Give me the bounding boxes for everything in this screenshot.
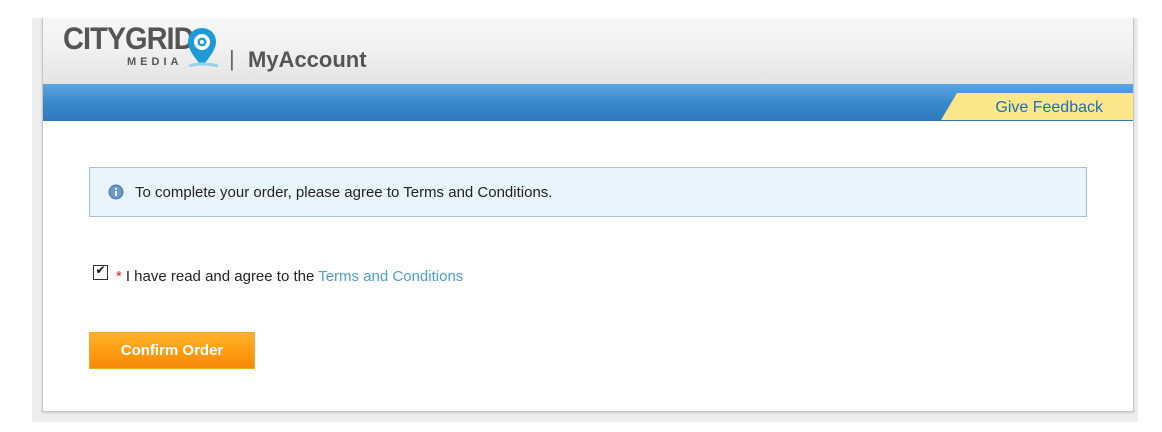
header: CITYGRID MEDIA | MyAccount [43,18,1133,84]
page-title: MyAccount [248,47,367,72]
info-message: To complete your order, please agree to … [135,184,553,201]
checkmark-icon: ✔ [95,263,106,277]
info-icon [108,184,124,200]
info-notice: To complete your order, please agree to … [89,167,1087,217]
agreement-label: I have read and agree to the [125,268,319,285]
give-feedback-link[interactable]: Give Feedback [995,99,1103,117]
citygrid-logo[interactable]: CITYGRID MEDIA [61,22,221,74]
title-separator: | [229,46,235,71]
account-panel: CITYGRID MEDIA | MyAccount Give Feedback… [42,18,1134,412]
terms-checkbox[interactable]: ✔ [93,263,108,280]
required-marker: * [116,268,122,285]
terms-link[interactable]: Terms and Conditions [318,268,463,285]
logo-wordmark: CITYGRID [63,22,195,57]
terms-agreement: * I have read and agree to the Terms and … [116,268,463,285]
logo-subtitle: MEDIA [127,56,183,68]
map-pin-icon [188,28,219,68]
confirm-order-button[interactable]: Confirm Order [89,332,255,369]
